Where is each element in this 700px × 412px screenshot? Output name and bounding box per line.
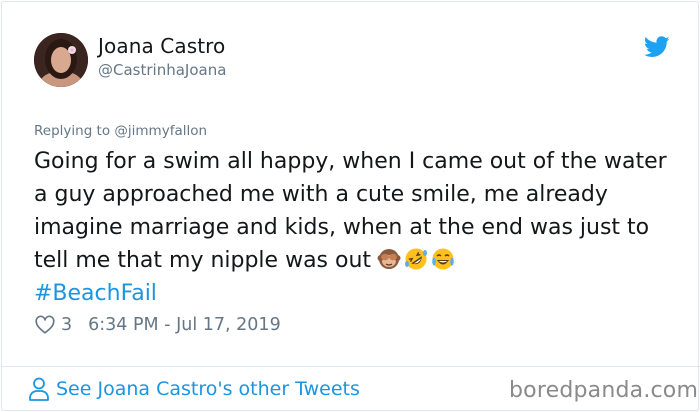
person-icon — [29, 377, 49, 401]
like-count: 3 — [61, 315, 73, 335]
author-handle[interactable]: @CastrinhaJoana — [98, 61, 226, 79]
hashtag-link[interactable]: #BeachFail — [34, 281, 157, 306]
tweet-meta: 3 6:34 PM - Jul 17, 2019 — [34, 314, 281, 336]
rolling-on-floor-laughing-icon — [405, 248, 428, 270]
emoji-group — [377, 247, 455, 271]
watermark: boredpanda.com — [509, 378, 699, 403]
reply-to-link[interactable]: @jimmyfallon — [114, 123, 207, 139]
see-more-label: See Joana Castro's other Tweets — [56, 378, 360, 400]
heart-icon[interactable] — [34, 314, 56, 336]
author-name[interactable]: Joana Castro — [98, 34, 225, 58]
see-no-evil-monkey-icon — [377, 249, 401, 269]
twitter-bird-icon[interactable] — [644, 36, 670, 58]
tweet-text: Going for a swim all happy, when I came … — [34, 149, 667, 273]
divider — [2, 366, 700, 367]
reply-context: Replying to @jimmyfallon — [34, 123, 207, 139]
timestamp[interactable]: 6:34 PM - Jul 17, 2019 — [88, 315, 281, 335]
see-more-tweets-link[interactable]: See Joana Castro's other Tweets — [28, 376, 360, 402]
reply-prefix: Replying to — [34, 123, 115, 139]
face-with-tears-of-joy-icon — [432, 248, 454, 270]
avatar[interactable] — [34, 33, 88, 87]
tweet-body: Going for a swim all happy, when I came … — [34, 145, 684, 310]
tweet-card: Joana Castro @CastrinhaJoana Replying to… — [1, 1, 700, 411]
